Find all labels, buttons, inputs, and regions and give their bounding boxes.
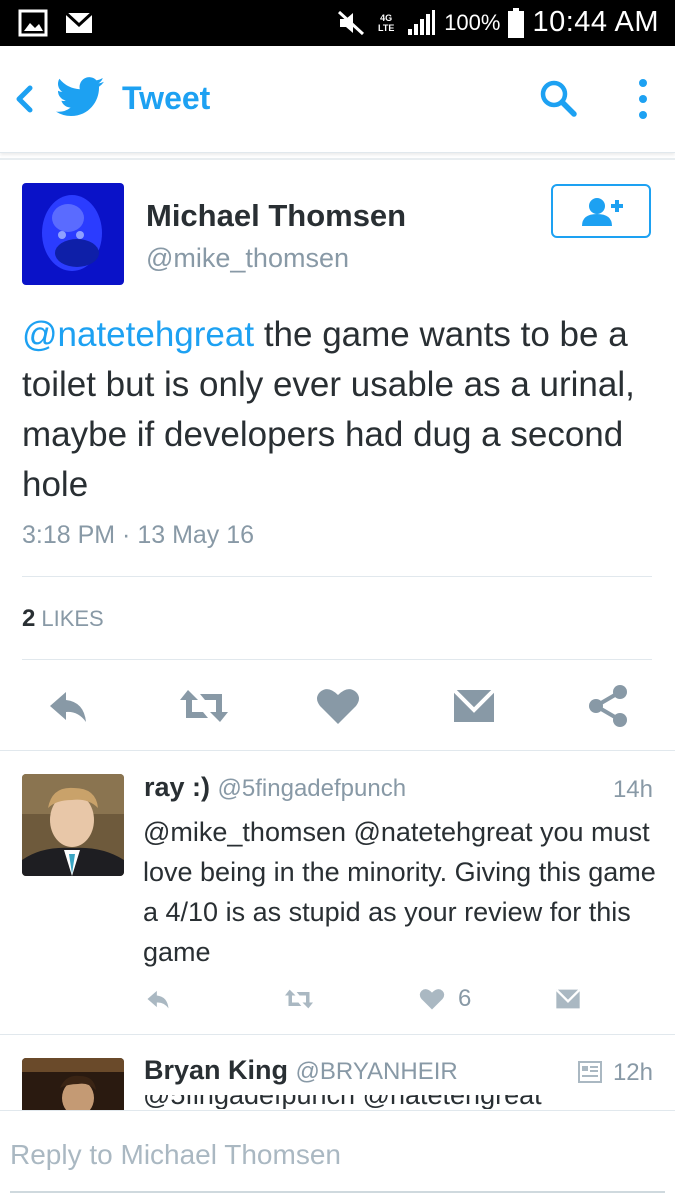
- reply-avatar[interactable]: [22, 1058, 124, 1110]
- reply-icon[interactable]: [44, 682, 92, 730]
- share-icon[interactable]: [584, 682, 632, 730]
- clock: 10:44 AM: [532, 6, 659, 38]
- tweet-text: @natetehgreat the game wants to be a toi…: [22, 310, 652, 510]
- follow-button[interactable]: [551, 184, 651, 238]
- reply-header: ray :) @5fingadefpunch: [144, 772, 406, 803]
- author-name[interactable]: Michael Thomsen: [146, 198, 406, 234]
- likes-count: 2: [22, 605, 36, 632]
- signal-icon: [408, 9, 436, 35]
- reply-composer: [0, 1110, 675, 1201]
- reply-like-count: 6: [458, 985, 472, 1012]
- reply-input-underline: [10, 1191, 665, 1193]
- reply-text-truncated: @5fingadefpunch @natetehgreat: [143, 1095, 643, 1109]
- like-heart-icon[interactable]: [418, 985, 446, 1013]
- reply-author-handle[interactable]: @5fingadefpunch: [218, 775, 407, 802]
- twitter-bird-icon: [56, 77, 104, 116]
- reply-header: Bryan King @BRYANHEIR: [144, 1055, 458, 1086]
- reply-text: @mike_thomsen @natetehgreat you must lov…: [143, 817, 656, 967]
- reply-author-name[interactable]: ray :): [144, 772, 210, 802]
- battery-icon: [508, 7, 525, 38]
- mail-notification-icon: [64, 11, 94, 33]
- divider: [0, 750, 675, 751]
- likes-label: LIKES: [41, 606, 104, 631]
- add-user-icon: [582, 198, 623, 226]
- divider: [22, 659, 652, 660]
- retweet-icon[interactable]: [178, 682, 230, 730]
- network-type: 4G LTE: [378, 12, 395, 33]
- header-divider: [0, 158, 675, 160]
- tweet-timestamp: 3:18 PM · 13 May 16: [22, 521, 255, 549]
- gallery-notification-icon: [18, 9, 48, 37]
- mention-link[interactable]: @natetehgreat: [22, 315, 254, 354]
- mute-icon: [338, 10, 365, 35]
- tweet-actions: [0, 682, 675, 730]
- media-card-icon: [578, 1061, 602, 1083]
- reply-author-handle[interactable]: @BRYANHEIR: [296, 1058, 458, 1085]
- divider: [22, 576, 652, 577]
- back-arrow-icon[interactable]: [10, 82, 38, 116]
- status-bar: 4G LTE 100% 10:44 AM: [0, 0, 675, 46]
- search-icon[interactable]: [538, 78, 578, 118]
- page-title: Tweet: [122, 80, 211, 116]
- app-bar: Tweet: [0, 46, 675, 153]
- author-handle[interactable]: @mike_thomsen: [146, 243, 349, 274]
- reply-text: @5fingadefpunch @natetehgreat: [143, 1095, 542, 1109]
- reply-time: 14h: [612, 776, 653, 803]
- reply-author-name[interactable]: Bryan King: [144, 1055, 288, 1085]
- more-options-icon[interactable]: [628, 76, 658, 122]
- reply-icon[interactable]: [142, 985, 174, 1013]
- retweet-icon[interactable]: [282, 985, 316, 1013]
- divider: [0, 1034, 675, 1035]
- reply-input[interactable]: [10, 1139, 650, 1171]
- direct-message-icon[interactable]: [554, 985, 582, 1013]
- reply-actions: [0, 985, 675, 1017]
- author-avatar[interactable]: [22, 183, 124, 285]
- battery-percent: 100%: [444, 9, 501, 35]
- likes-stat[interactable]: 2 LIKES: [22, 605, 104, 633]
- reply-avatar[interactable]: [22, 774, 124, 876]
- like-heart-icon[interactable]: [314, 682, 362, 730]
- reply-time: 12h: [612, 1059, 653, 1086]
- direct-message-icon[interactable]: [450, 682, 498, 730]
